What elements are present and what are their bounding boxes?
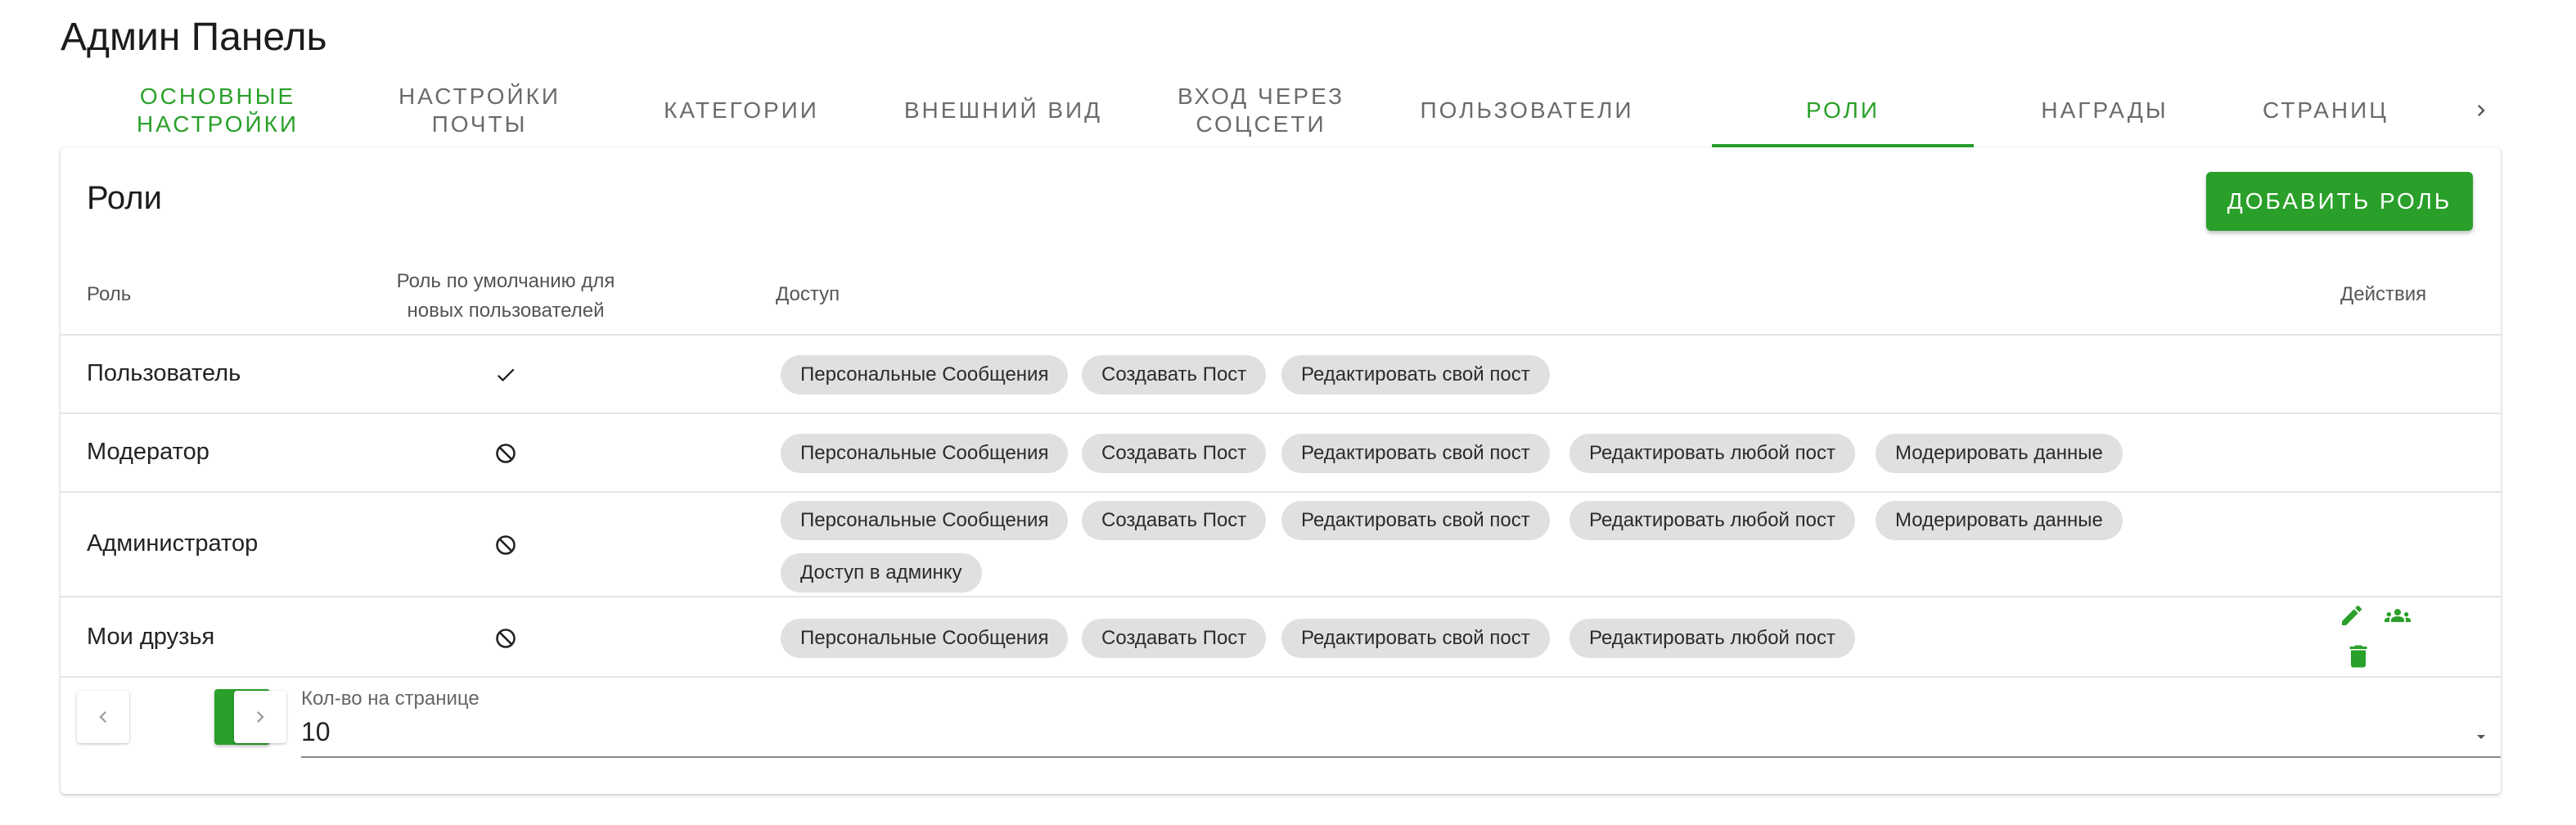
page-title: Админ Панель — [61, 16, 327, 59]
tab-social-login[interactable]: Вход через соцсети — [1134, 72, 1388, 149]
access-chip: Персональные Сообщения — [781, 434, 1069, 473]
chevron-right-icon — [257, 711, 264, 723]
card-title: Роли — [87, 180, 162, 216]
tabs-scroll-next-button[interactable] — [2450, 72, 2512, 149]
table-row: Модератор Персональные Сообщения Создава… — [61, 412, 2501, 493]
block-icon — [496, 535, 516, 555]
header-default-role: Роль по умолчанию для новых пользователе… — [396, 270, 615, 322]
role-name: Администратор — [87, 530, 259, 557]
header-actions: Действия — [2340, 283, 2427, 305]
per-page-value: 10 — [301, 717, 331, 746]
access-chip: Редактировать свой пост — [1281, 619, 1550, 658]
tab-mail-settings[interactable]: Настройки почты — [349, 72, 610, 149]
check-icon — [497, 368, 515, 382]
tab-appearance[interactable]: Внешний вид — [872, 72, 1134, 149]
edit-icon[interactable] — [2339, 602, 2365, 629]
delete-icon[interactable] — [2344, 638, 2373, 674]
access-chip: Создавать Пост — [1082, 434, 1267, 473]
add-role-button[interactable]: Добавить роль — [2206, 172, 2473, 231]
tab-awards[interactable]: Награды — [1974, 72, 2236, 149]
access-chip: Редактировать свой пост — [1281, 501, 1550, 540]
tab-roles[interactable]: Роли — [1712, 72, 1974, 149]
role-name: Пользователь — [87, 360, 241, 386]
chevron-left-icon — [99, 711, 106, 723]
access-chip: Редактировать любой пост — [1569, 434, 1855, 473]
roles-card: Роли Добавить роль Роль Роль по умолчани… — [61, 147, 2501, 794]
access-chip: Редактировать свой пост — [1281, 355, 1550, 394]
access-chip: Персональные Сообщения — [781, 619, 1069, 658]
add-role-button-label: Добавить роль — [2227, 188, 2452, 214]
table-row: Пользователь Персональные Сообщения Созд… — [61, 334, 2501, 414]
access-chip: Персональные Сообщения — [781, 355, 1069, 394]
access-chip: Редактировать любой пост — [1569, 619, 1855, 658]
access-chip: Модерировать данные — [1876, 434, 2123, 473]
tab-categories[interactable]: Категории — [610, 72, 872, 149]
access-chip: Создавать Пост — [1082, 619, 1267, 658]
role-name: Мои друзья — [87, 624, 215, 650]
tab-bar: Основные настройки Настройки почты Катег… — [61, 72, 2512, 149]
access-chip: Доступ в админку — [781, 553, 982, 593]
per-page-select[interactable]: 10 — [301, 714, 2501, 758]
dropdown-arrow-icon — [2477, 735, 2485, 739]
tab-main-settings[interactable]: Основные настройки — [87, 72, 349, 149]
role-name: Модератор — [87, 439, 209, 465]
access-chip: Создавать Пост — [1082, 501, 1267, 540]
next-page-button[interactable] — [234, 691, 286, 743]
table-footer-divider — [61, 676, 2501, 678]
chevron-right-icon — [2478, 105, 2485, 116]
access-chip: Персональные Сообщения — [781, 501, 1069, 540]
header-role: Роль — [87, 283, 132, 305]
block-icon — [496, 444, 516, 463]
access-chip: Редактировать свой пост — [1281, 434, 1550, 473]
access-chip: Редактировать любой пост — [1569, 501, 1855, 540]
prev-page-button[interactable] — [77, 691, 129, 743]
block-icon — [496, 629, 516, 648]
access-chip: Создавать Пост — [1082, 355, 1267, 394]
group-icon[interactable] — [2381, 602, 2414, 629]
per-page-label: Кол-во на странице — [301, 688, 480, 710]
tab-pages[interactable]: Страниц — [2203, 72, 2448, 149]
tab-users[interactable]: Пользователи — [1396, 72, 1658, 149]
table-row: Администратор Персональные Сообщения Соз… — [61, 491, 2501, 597]
access-chip: Модерировать данные — [1876, 501, 2123, 540]
table-row: Мои друзья Персональные Сообщения Создав… — [61, 596, 2501, 678]
header-access: Доступ — [776, 283, 840, 305]
